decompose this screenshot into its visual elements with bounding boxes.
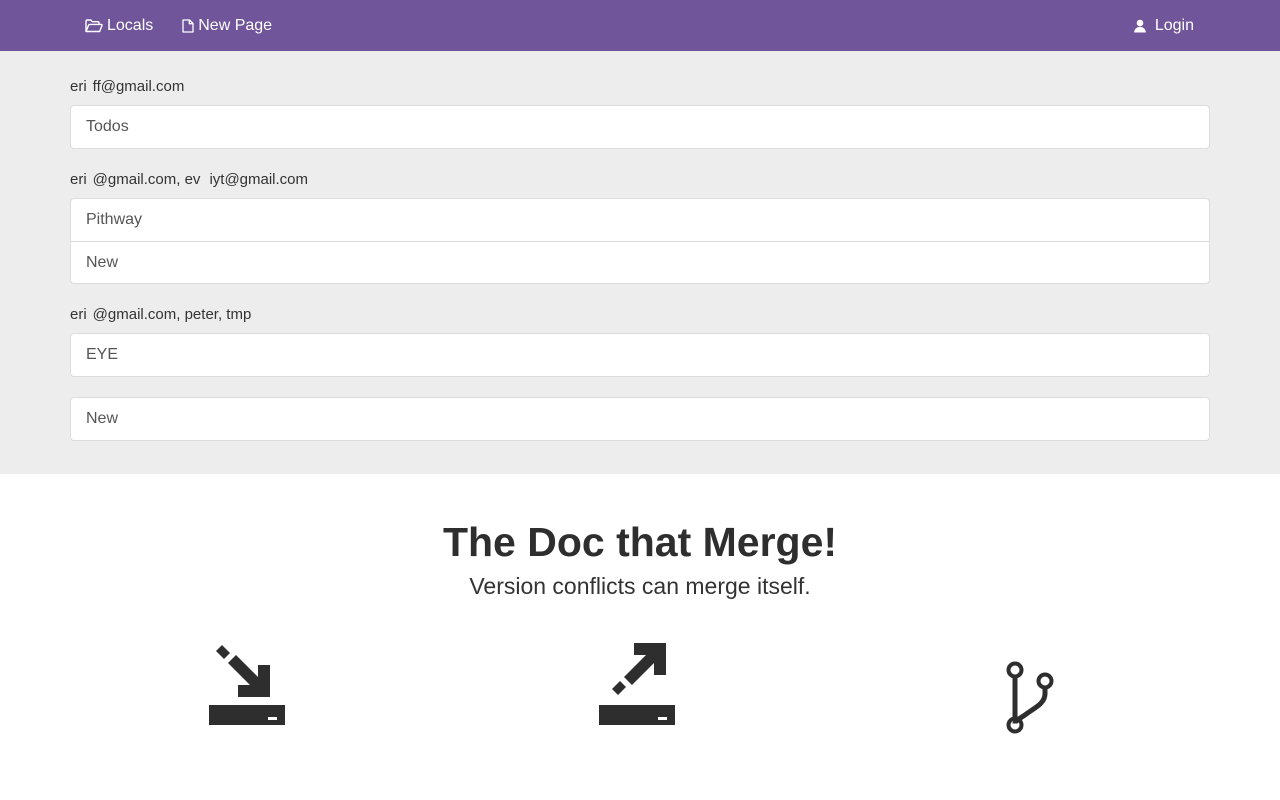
download-icon [208, 643, 286, 732]
group-owners: eri @gmail.com, ev iyt@gmail.com [70, 171, 309, 188]
hero-title: The Doc that Merge! [442, 519, 838, 565]
group-owners: eri @gmail.com, peter, tmp [70, 306, 252, 323]
top-navbar: Locals New Page Login [0, 0, 1280, 51]
group-owners: eri ff@gmail.com [70, 78, 185, 95]
document-group: eri ff@gmail.com Todos [70, 76, 1210, 149]
hero-section: The Doc that Merge! Version conflicts ca… [0, 474, 1280, 601]
navbar-left: Locals New Page [85, 17, 301, 35]
upload-icon [598, 643, 676, 732]
login-label: Login [1154, 16, 1194, 34]
document-list: Pithway New [70, 198, 1210, 284]
folder-open-icon [85, 18, 107, 33]
navbar-right: Login [1133, 17, 1194, 35]
document-item[interactable]: Pithway [71, 199, 1209, 241]
features-section [0, 601, 1280, 781]
document-list: EYE [70, 333, 1210, 377]
document-item[interactable]: Todos [71, 106, 1209, 148]
fork-icon [1004, 661, 1058, 742]
locals-label: Locals [107, 16, 154, 34]
locals-link[interactable]: Locals [85, 17, 153, 35]
new-page-link[interactable]: New Page [182, 17, 272, 35]
new-page-label: New Page [198, 16, 273, 34]
document-list-section: eri ff@gmail.com Todos eri @gmail.com, e… [0, 51, 1280, 474]
login-link[interactable]: Login [1133, 17, 1194, 35]
new-document-button[interactable]: New [70, 397, 1210, 441]
document-list: Todos [70, 105, 1210, 149]
file-icon [182, 18, 198, 33]
hero-subtitle: Version conflicts can merge itself. [469, 573, 811, 599]
document-item[interactable]: EYE [71, 334, 1209, 376]
document-group: eri @gmail.com, peter, tmp EYE [70, 304, 1210, 377]
document-item[interactable]: New [71, 241, 1209, 283]
document-group: eri @gmail.com, ev iyt@gmail.com Pithway… [70, 169, 1210, 284]
user-icon [1133, 19, 1155, 33]
